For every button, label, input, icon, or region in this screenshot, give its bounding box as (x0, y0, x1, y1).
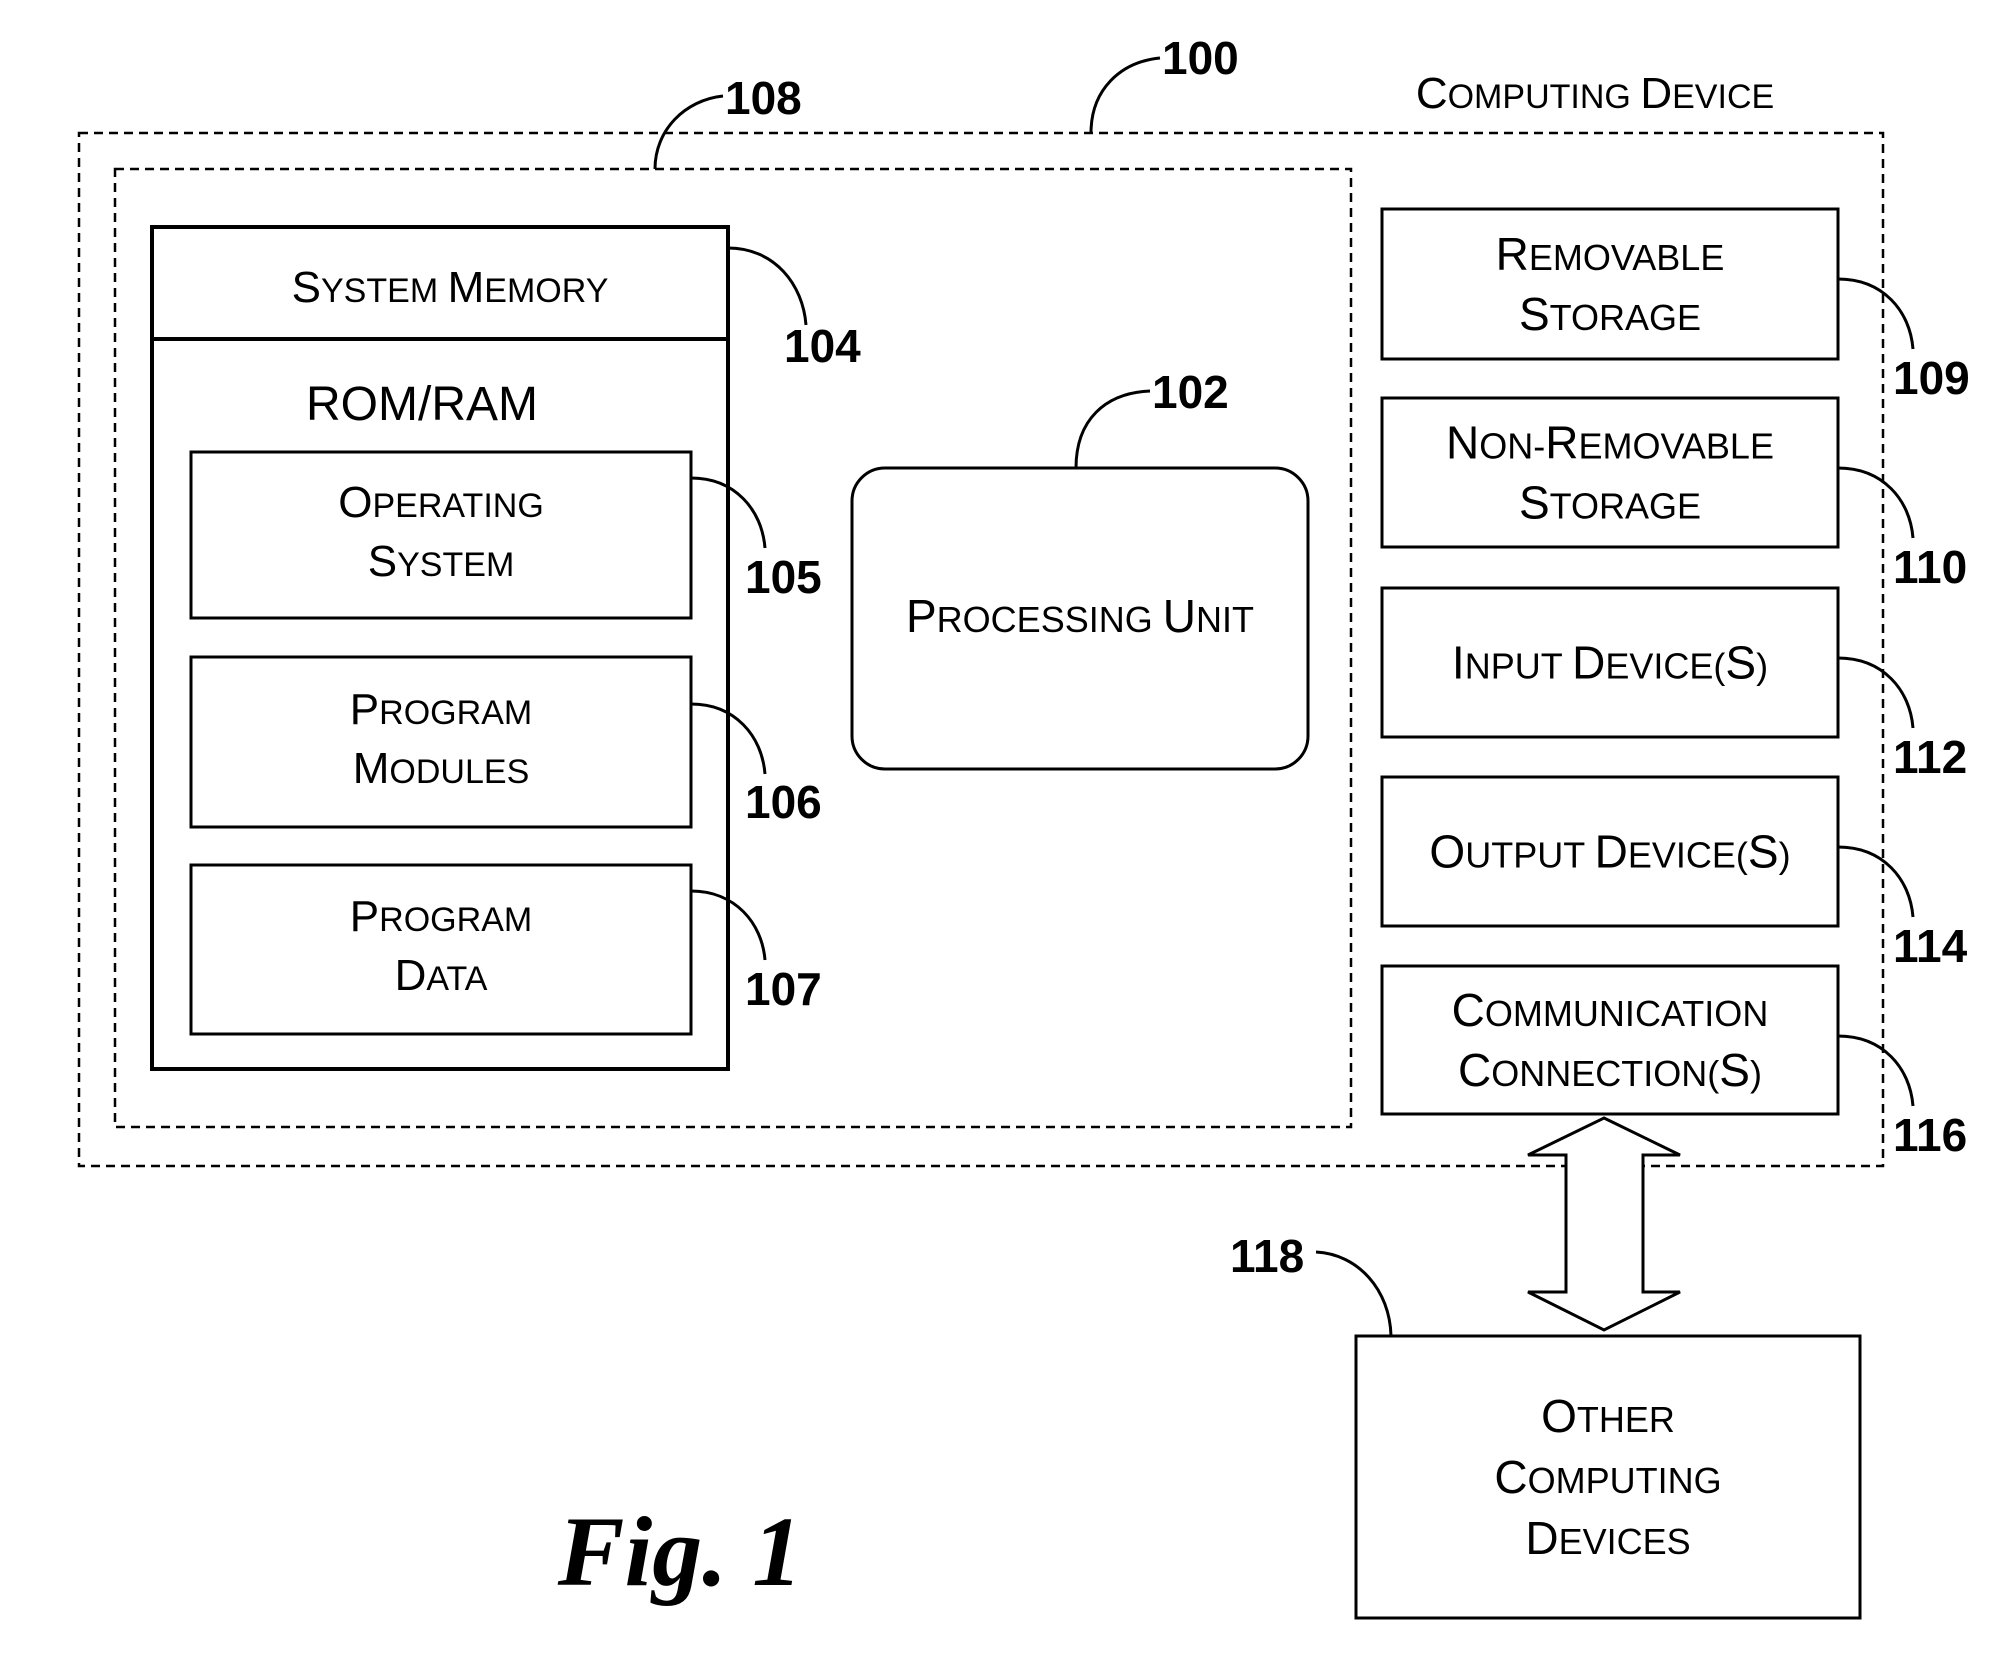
program-data-box (189, 863, 693, 1036)
operating-system-box (189, 450, 693, 620)
system-memory-header: SYSTEM MEMORY (292, 263, 609, 312)
ref-number-116: 116 (1893, 1109, 1967, 1161)
leader-102 (1074, 389, 1151, 469)
leader-104 (727, 246, 808, 326)
ref-number-110: 110 (1893, 541, 1967, 593)
bidirectional-connection-arrow (1527, 1116, 1681, 1332)
leader-110 (1837, 466, 1915, 539)
removable-storage-block: REMOVABLESTORAGE109 (1380, 207, 1970, 404)
communication-connections-block: COMMUNICATIONCONNECTION(S)116 (1380, 964, 1967, 1161)
ref-number-109: 109 (1893, 352, 1970, 404)
figure-caption: Fig. 1 (557, 1496, 802, 1607)
ref-number-108: 108 (725, 72, 802, 124)
input-devices-block: INPUT DEVICE(S)112 (1380, 586, 1967, 783)
ref-number-118: 118 (1230, 1230, 1304, 1282)
leader-116 (1837, 1034, 1915, 1107)
output-devices-block: OUTPUT DEVICE(S)114 (1380, 775, 1968, 972)
computing-device-diagram: COMPUTING DEVICE 100 108 SYSTEM MEMORY R… (77, 32, 1970, 1620)
ref-number-100: 100 (1162, 32, 1239, 84)
computing-device-title: COMPUTING DEVICE (1416, 69, 1774, 118)
leader-118 (1315, 1250, 1393, 1337)
program-modules-box (189, 655, 693, 829)
ref-number-104: 104 (784, 320, 861, 372)
non-removable-storage-block: NON-REMOVABLESTORAGE110 (1380, 396, 1967, 593)
system-memory-block: SYSTEM MEMORY ROM/RAM OPERATING SYSTEM 1… (150, 225, 861, 1071)
other-computing-devices-block: OTHER COMPUTING DEVICES 118 (1230, 1230, 1862, 1620)
ref-number-114: 114 (1893, 920, 1968, 972)
leader-100 (1089, 56, 1161, 134)
ref-number-106: 106 (745, 776, 822, 828)
ref-number-105: 105 (745, 551, 822, 603)
processing-unit-block: PROCESSING UNIT 102 (850, 366, 1310, 771)
rom-ram-label: ROM/RAM (306, 378, 538, 431)
ref-number-102: 102 (1152, 366, 1229, 418)
ref-number-112: 112 (1893, 731, 1967, 783)
leader-109 (1837, 277, 1915, 350)
ref-number-107: 107 (745, 963, 822, 1015)
peripherals-column: REMOVABLESTORAGE109NON-REMOVABLESTORAGE1… (1380, 207, 1970, 1161)
leader-114 (1837, 845, 1915, 918)
leader-112 (1837, 656, 1915, 729)
